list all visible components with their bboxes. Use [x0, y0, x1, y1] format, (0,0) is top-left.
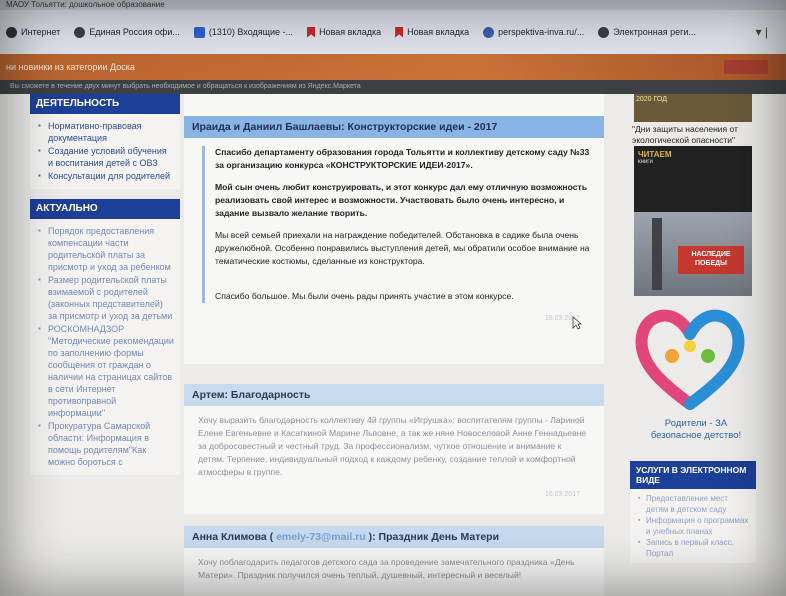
post-card: Ираида и Даниил Башлаевы: Конструкторски… [184, 94, 604, 364]
orange-bar-text: ни новинки из категории Доска [6, 62, 135, 72]
sidebar-item-fee[interactable]: Размер родительской платы взимаемой с ро… [38, 274, 174, 322]
post-body: Спасибо департаменту образования города … [184, 138, 604, 333]
parents-banner[interactable] [630, 296, 762, 416]
guestbook: Ираида и Даниил Башлаевы: Конструкторски… [184, 94, 604, 596]
author-email-link[interactable]: emely-73@mail.ru [276, 531, 366, 543]
sidebar-item-ovz[interactable]: Создание условий обучения и воспитания д… [38, 145, 174, 169]
bookmark-flag-icon [307, 26, 316, 38]
eco-safety-link[interactable]: "Дни защиты населения от экологической о… [630, 122, 762, 146]
mouse-cursor-icon [572, 316, 582, 330]
year-banner[interactable]: 2020 ГОД [634, 94, 752, 122]
post-author: Артем: Благодарность [184, 384, 604, 406]
victory-heritage-banner[interactable]: НАСЛЕДИЕ ПОБЕДЫ [634, 212, 752, 296]
right-sidebar: 2020 ГОД "Дни защиты населения от эколог… [630, 94, 762, 596]
actual-list: Порядок предоставления компенсации части… [30, 219, 180, 475]
orange-bar-button[interactable] [724, 60, 768, 74]
post-paragraph: Мой сын очень любит конструировать, и эт… [215, 182, 588, 218]
post-paragraph: Спасибо большое. Мы были очень рады прин… [215, 291, 514, 301]
bookmark-registration[interactable]: Электронная реги... [598, 26, 696, 38]
ad-strip: Вы сможете в течение двух минут выбрать … [0, 80, 786, 94]
sidebar-item-prosecutor[interactable]: Прокуратура Самарской области: Информаци… [38, 420, 174, 468]
globe-icon [483, 26, 495, 38]
chrome-icon [598, 26, 610, 38]
bookmark-party[interactable]: Единая Россия офи... [74, 26, 180, 38]
post-quote: Спасибо департаменту образования города … [202, 146, 590, 303]
window-title: МАОУ Тольятти: дошкольное образование [0, 0, 786, 10]
service-item-first-grade[interactable]: Запись в первый класс. Портал [638, 537, 752, 559]
service-item-programs[interactable]: Информация о программах и учебных планах [638, 515, 752, 537]
monument-icon [652, 218, 662, 290]
post-body: Хочу поблагодарить педагогов детского са… [184, 548, 604, 596]
sidebar-item-consultations[interactable]: Консультации для родителей [38, 170, 174, 182]
bookmark-new-tab-2[interactable]: Новая вкладка [395, 26, 469, 38]
victory-heritage-tag: НАСЛЕДИЕ ПОБЕДЫ [678, 246, 744, 274]
bookmarks-overflow-icon[interactable]: ▾ | [756, 25, 786, 39]
screen: МАОУ Тольятти: дошкольное образование Ин… [0, 0, 786, 596]
activity-heading: ДЕЯТЕЛЬНОСТЬ [30, 94, 180, 114]
parents-subtitle: безопасное детство! [650, 430, 742, 441]
bookmark-inbox[interactable]: (1310) Входящие -... [193, 26, 293, 38]
post-author: Анна Климова ( emely-73@mail.ru ): Празд… [184, 526, 604, 548]
bookmarks-bar: Интернет Единая Россия офи... (1310) Вхо… [0, 10, 786, 54]
post-author: Ираида и Даниил Башлаевы: Конструкторски… [184, 116, 604, 138]
post-date: 16.03.2017 [544, 491, 580, 498]
post-paragraph: Спасибо департаменту образования города … [215, 147, 590, 170]
post-date: 18.03.2017 [544, 315, 580, 322]
orange-notification-bar: ни новинки из категории Доска [0, 54, 786, 80]
page-content: ДЕЯТЕЛЬНОСТЬ Нормативно-правовая докумен… [0, 94, 786, 596]
services-list: Предоставление мест детям в детском саду… [630, 489, 756, 563]
bookmark-flag-icon [395, 26, 404, 38]
post-paragraph: Хочу выразить благодарность коллективу 4… [198, 415, 587, 477]
reading-banner[interactable]: ЧИТАЕМ книги [634, 146, 752, 212]
sidebar-item-documents[interactable]: Нормативно-правовая документация [38, 120, 174, 144]
post-paragraph: Хочу поблагодарить педагогов детского са… [198, 557, 575, 580]
party-icon [74, 26, 86, 38]
post-paragraph: Мы всей семьей приехали на награждение п… [215, 230, 590, 266]
disc-icon [6, 26, 17, 38]
post-body: Хочу выразить благодарность коллективу 4… [184, 406, 604, 509]
left-sidebar: ДЕЯТЕЛЬНОСТЬ Нормативно-правовая докумен… [30, 94, 180, 596]
mail-icon [193, 26, 205, 38]
heart-family-icon [635, 309, 745, 410]
actual-heading: АКТУАЛЬНО [30, 199, 180, 219]
bookmark-new-tab-1[interactable]: Новая вкладка [307, 26, 381, 38]
post-card: Артем: Благодарность Хочу выразить благо… [184, 384, 604, 514]
services-heading: УСЛУГИ В ЭЛЕКТРОННОМ ВИДЕ [630, 461, 756, 489]
sidebar-item-roskomnadzor[interactable]: РОСКОМНАДЗОР "Методические рекомендации … [38, 323, 174, 419]
activity-list: Нормативно-правовая документация Создани… [30, 114, 180, 189]
bookmark-internet[interactable]: Интернет [6, 26, 60, 38]
post-card: Анна Климова ( emely-73@mail.ru ): Празд… [184, 526, 604, 596]
sidebar-item-compensation[interactable]: Порядок предоставления компенсации части… [38, 225, 174, 273]
service-item-kindergarten[interactable]: Предоставление мест детям в детском саду [638, 493, 752, 515]
bookmark-perspektiva[interactable]: perspektiva-inva.ru/... [483, 26, 584, 38]
parents-title: Родители - ЗА [664, 418, 728, 429]
